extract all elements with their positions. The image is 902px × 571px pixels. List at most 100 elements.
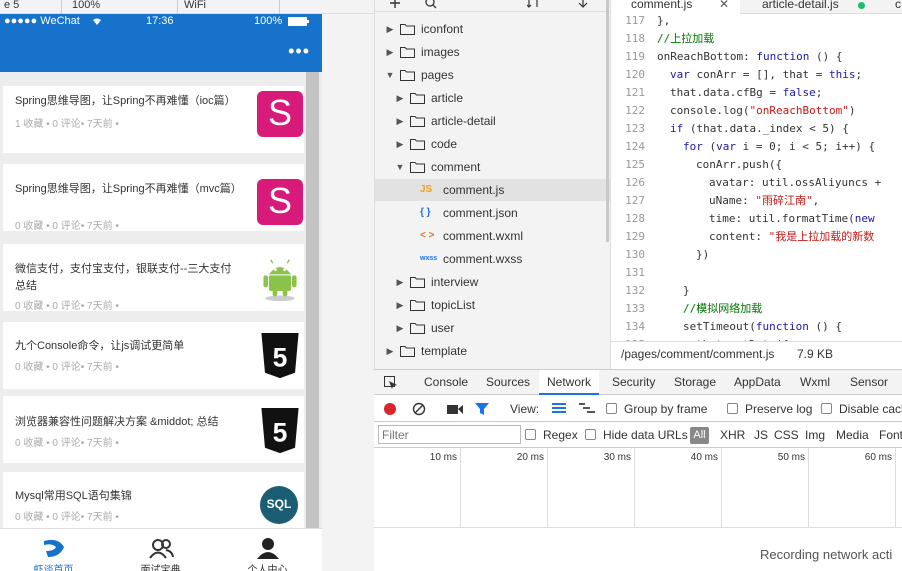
devtools-tab-console[interactable]: Console — [416, 370, 476, 395]
inspect-element-icon[interactable] — [384, 376, 398, 390]
file-comment-json[interactable]: { } comment.json — [375, 202, 611, 224]
devtools-tab-appdata[interactable]: AppData — [726, 370, 789, 395]
filter-type-img[interactable]: Img — [805, 428, 825, 442]
chevron-right-icon[interactable]: ▶ — [395, 110, 405, 132]
chevron-right-icon[interactable]: ▶ — [395, 133, 405, 155]
chevron-right-icon[interactable]: ▶ — [395, 294, 405, 316]
regex-checkbox[interactable] — [525, 429, 536, 440]
devtools-tab-wxml[interactable]: Wxml — [792, 370, 838, 395]
article-card[interactable]: 九个Console命令，让js调试更简单 0 收藏 • 0 评论• 7天前 • … — [3, 322, 304, 389]
article-card[interactable]: Spring思维导图，让Spring不再难懂（mvc篇） 0 收藏 • 0 评论… — [3, 164, 304, 232]
chevron-right-icon[interactable]: ▶ — [385, 18, 395, 40]
tab-interview[interactable]: 面试宝典 — [107, 529, 214, 571]
chevron-down-icon[interactable]: ▼ — [385, 64, 395, 86]
tree-item-label: comment.json — [443, 206, 518, 220]
feed-scrollbar[interactable] — [306, 72, 319, 545]
code-line[interactable]: 125 conArr.push({ — [611, 156, 902, 174]
add-icon[interactable] — [389, 0, 401, 10]
folder-template[interactable]: ▶ template — [375, 340, 611, 362]
sort-icon[interactable] — [527, 0, 541, 9]
devtools-tab-network[interactable]: Network — [539, 370, 600, 395]
folder-pages[interactable]: ▼ pages — [375, 64, 611, 86]
code-line[interactable]: 134 setTimeout(function () { — [611, 318, 902, 336]
code-line[interactable]: 117}, — [611, 14, 902, 30]
device-select[interactable]: e 5 — [0, 0, 62, 14]
tab-article-detail-js[interactable]: article-detail.js — [742, 0, 882, 14]
folder-user[interactable]: ▶ user — [375, 317, 611, 339]
filter-input[interactable] — [378, 425, 521, 444]
code-area[interactable]: 117}, 118 //上拉加载 119 onReachBottom: function… — [611, 14, 902, 341]
filter-type-media[interactable]: Media — [836, 428, 869, 442]
folder-code[interactable]: ▶ code — [375, 133, 611, 155]
more-menu-button[interactable]: ••• — [288, 42, 310, 60]
filter-icon[interactable] — [475, 402, 489, 416]
devtools-tab-storage[interactable]: Storage — [666, 370, 724, 395]
code-line[interactable]: 132} — [611, 282, 902, 300]
tab-home[interactable]: 虾谈首页 — [0, 529, 107, 571]
chevron-down-icon[interactable]: ▼ — [395, 156, 405, 178]
close-icon[interactable]: ✕ — [719, 0, 729, 14]
code-line[interactable]: 130}) — [611, 246, 902, 264]
filter-type-font[interactable]: Font — [879, 428, 902, 442]
group-by-frame-checkbox[interactable] — [606, 403, 617, 414]
disable-cache-checkbox[interactable] — [821, 403, 832, 414]
clear-icon[interactable] — [412, 402, 426, 416]
code-line[interactable]: 120 var conArr = [], that = this; — [611, 66, 902, 84]
tab-comment-js[interactable]: comment.js ✕ — [611, 0, 740, 14]
chevron-right-icon[interactable]: ▶ — [395, 87, 405, 109]
tab-overflow[interactable]: c — [884, 0, 902, 14]
collapse-icon[interactable] — [577, 0, 589, 9]
folder-topicList[interactable]: ▶ topicList — [375, 294, 611, 316]
article-card[interactable]: 浏览器兼容性问题解决方案 &middot; 总结 0 收藏 • 0 评论• 7天… — [3, 396, 304, 463]
article-card[interactable]: Spring思维导图，让Spring不再难懂（ioc篇） 1 收藏 • 0 评论… — [3, 86, 304, 153]
simulator-panel: e 5 100% WiFi ●●●●● WeChat 17:36 100% ••… — [0, 0, 374, 571]
folder-images[interactable]: ▶ images — [375, 41, 611, 63]
devtools-tab-sensor[interactable]: Sensor — [842, 370, 896, 395]
code-line[interactable]: 121 that.data.cfBg = false; — [611, 84, 902, 102]
chevron-right-icon[interactable]: ▶ — [385, 340, 395, 362]
folder-article-detail[interactable]: ▶ article-detail — [375, 110, 611, 132]
folder-iconfont[interactable]: ▶ iconfont — [375, 18, 611, 40]
code-line[interactable]: 128 time: util.formatTime(new — [611, 210, 902, 228]
code-line[interactable]: 123 if (that.data._index < 5) { — [611, 120, 902, 138]
devtools-tab-sources[interactable]: Sources — [478, 370, 538, 395]
explorer-scrollbar[interactable] — [606, 0, 609, 242]
devtools-tab-security[interactable]: Security — [604, 370, 663, 395]
chevron-right-icon[interactable]: ▶ — [385, 41, 395, 63]
chevron-right-icon[interactable]: ▶ — [395, 317, 405, 339]
code-line[interactable]: 118 //上拉加载 — [611, 30, 902, 48]
filter-type-js[interactable]: JS — [754, 428, 768, 442]
screenshot-icon[interactable] — [447, 403, 463, 415]
folder-comment[interactable]: ▼ comment — [375, 156, 611, 178]
zoom-select[interactable]: 100% — [68, 0, 178, 14]
code-line[interactable]: 124 for (var i = 0; i < 5; i++) { — [611, 138, 902, 156]
folder-article[interactable]: ▶ article — [375, 87, 611, 109]
filter-type-xhr[interactable]: XHR — [720, 428, 745, 442]
filter-type-all[interactable]: All — [690, 427, 709, 444]
chevron-right-icon[interactable]: ▶ — [395, 271, 405, 293]
article-card[interactable]: 微信支付，支付宝支付，银联支付--三大支付总结 0 收藏 • 0 评论• 7天前… — [3, 244, 304, 312]
code-line[interactable]: 131 — [611, 264, 902, 282]
record-button[interactable] — [384, 403, 396, 415]
preserve-log-checkbox[interactable] — [727, 403, 738, 414]
code-line[interactable]: 126 avatar: util.ossAliyuncs + — [611, 174, 902, 192]
waterfall-view-icon[interactable] — [579, 403, 595, 415]
network-select[interactable]: WiFi — [180, 0, 280, 14]
file-comment-js[interactable]: JS comment.js — [375, 179, 611, 201]
code-line[interactable]: 119 onReachBottom: function () { — [611, 48, 902, 66]
code-line[interactable]: 122 console.log("onReachBottom") — [611, 102, 902, 120]
code-line[interactable]: 133 //模拟网络加载 — [611, 300, 902, 318]
code-text: for (var i = 0; i < 5; i++) { — [683, 140, 876, 153]
folder-interview[interactable]: ▶ interview — [375, 271, 611, 293]
list-view-icon[interactable] — [552, 403, 566, 415]
article-meta: 0 收藏 • 0 评论• 7天前 • — [15, 301, 119, 312]
tab-profile[interactable]: 个人中心 — [214, 529, 321, 571]
file-comment-wxml[interactable]: < > comment.wxml — [375, 225, 611, 247]
filter-type-css[interactable]: CSS — [774, 428, 799, 442]
file-comment-wxss[interactable]: wxss comment.wxss — [375, 248, 611, 270]
hide-data-urls-checkbox[interactable] — [585, 429, 596, 440]
code-line[interactable]: 129 content: "我是上拉加载的新数 — [611, 228, 902, 246]
devtools-panel: Console Sources Network Security Storage AppD… — [374, 369, 902, 571]
search-icon[interactable] — [425, 0, 437, 9]
code-line[interactable]: 127 uName: "雨碎江南", — [611, 192, 902, 210]
